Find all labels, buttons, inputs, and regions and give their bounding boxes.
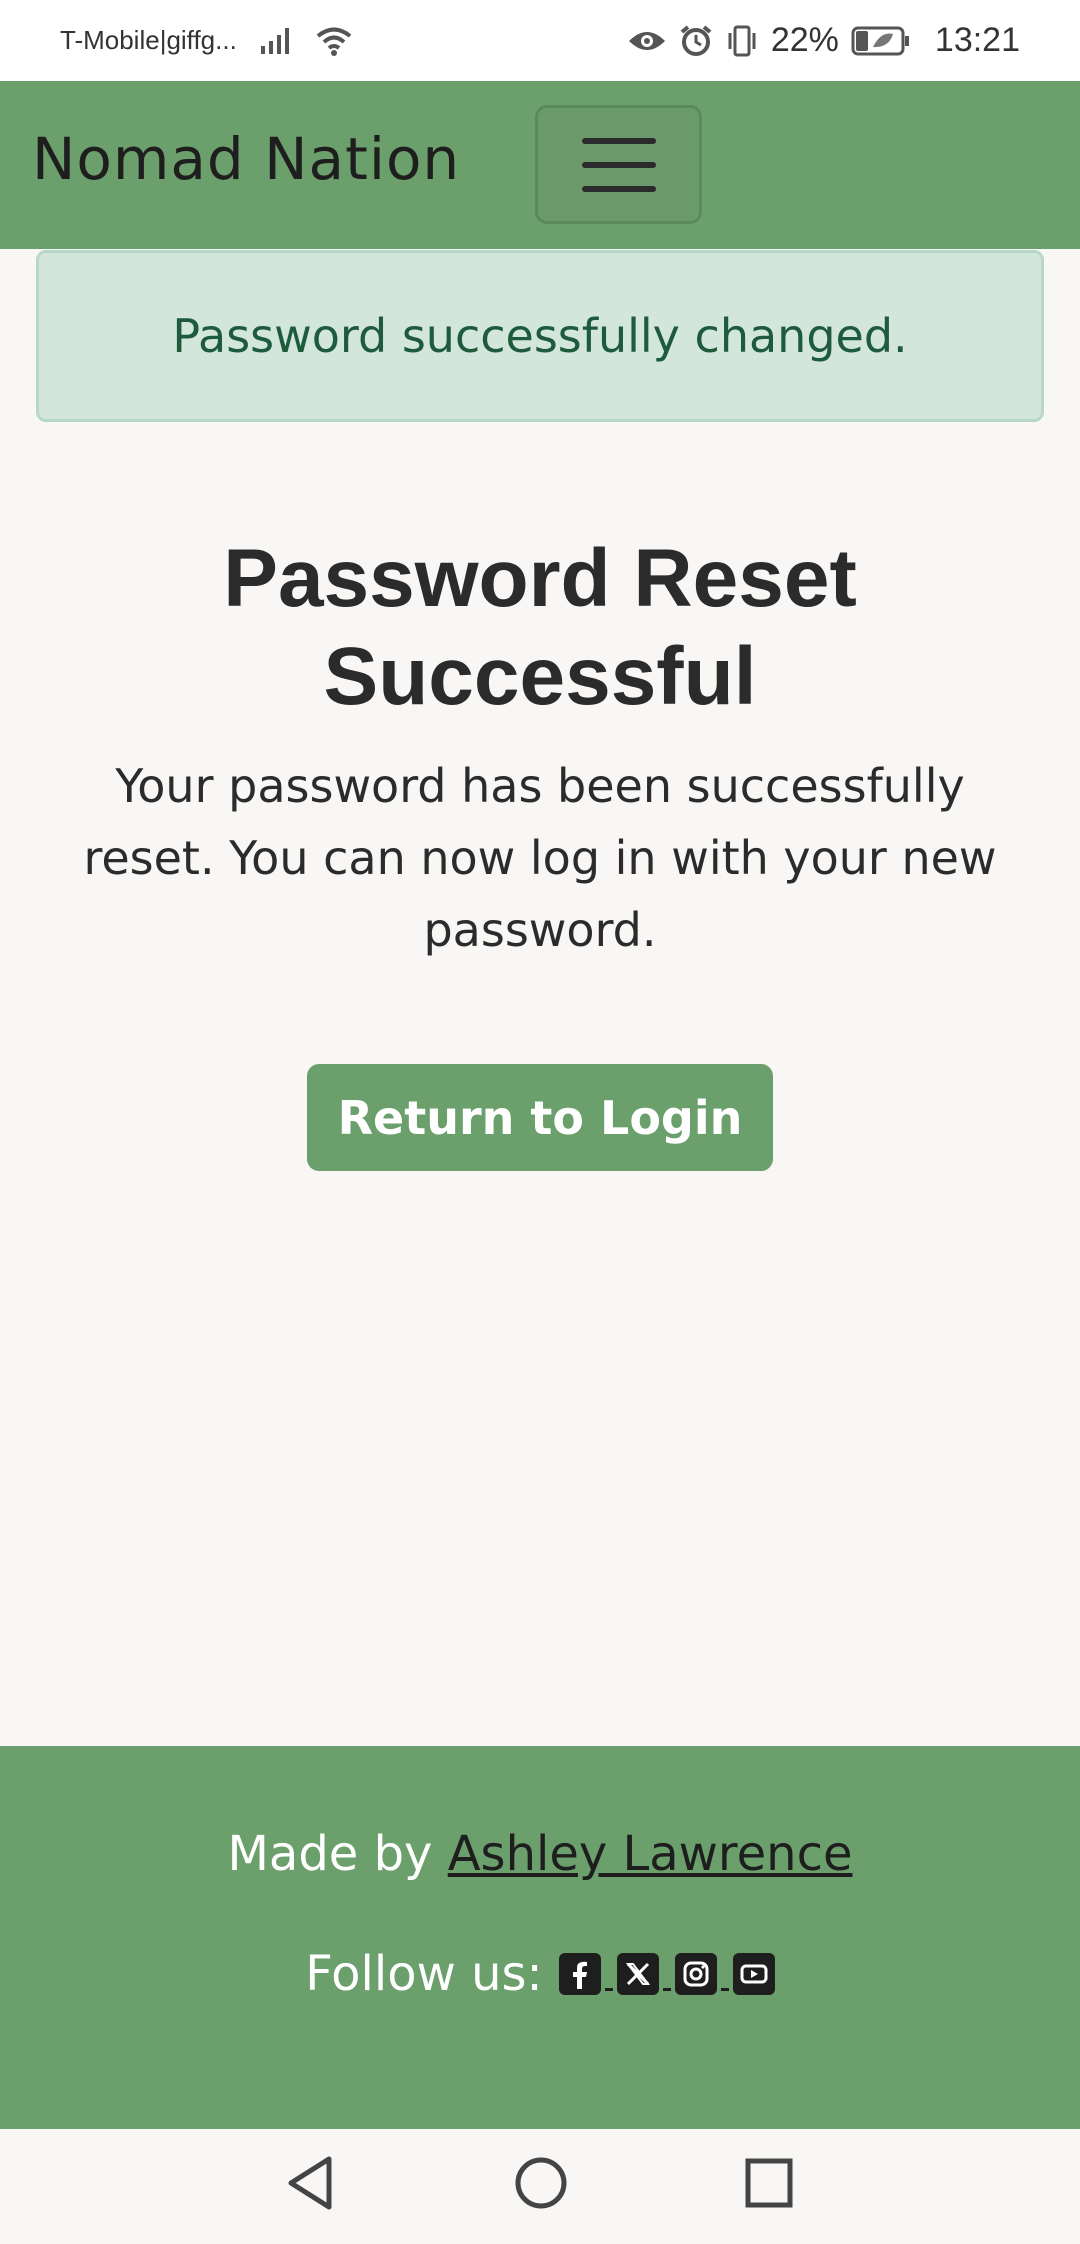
home-icon[interactable]: [513, 2153, 569, 2217]
brand-link[interactable]: Nomad Nation: [32, 125, 460, 193]
status-left: T-Mobile|giffg...: [60, 25, 353, 56]
page-title-line2: Successful: [323, 631, 757, 722]
status-right: 22% 13:21: [627, 21, 1020, 60]
made-by-prefix: Made by: [227, 1826, 448, 1882]
facebook-icon[interactable]: [558, 1953, 601, 1995]
follow-label: Follow us:: [305, 1946, 543, 2002]
made-by-text: Made by Ashley Lawrence: [0, 1826, 1080, 1882]
description-line2: reset. You can now log in with your new: [83, 831, 997, 885]
eye-icon: [627, 27, 667, 55]
return-to-login-button[interactable]: Return to Login: [307, 1064, 773, 1171]
separator: [662, 1987, 671, 1991]
signal-icon: [259, 26, 293, 56]
description-line1: Your password has been successfully: [115, 759, 965, 813]
footer: Made by Ashley Lawrence Follow us:: [0, 1746, 1080, 2129]
separator: [604, 1987, 613, 1991]
author-link[interactable]: Ashley Lawrence: [448, 1826, 853, 1882]
page-description: Your password has been successfully rese…: [50, 750, 1030, 966]
separator: [720, 1987, 729, 1991]
x-icon[interactable]: [616, 1953, 659, 1995]
hamburger-line: [581, 185, 656, 192]
back-icon[interactable]: [283, 2153, 335, 2217]
instagram-icon[interactable]: [674, 1953, 717, 1995]
navbar: Nomad Nation: [0, 81, 1080, 249]
recents-icon[interactable]: [743, 2153, 795, 2217]
page-title-line1: Password Reset: [223, 533, 857, 624]
hamburger-menu-icon: [581, 137, 656, 144]
success-alert: Password successfully changed.: [36, 250, 1044, 422]
clock: 13:21: [934, 21, 1020, 59]
battery-percent: 22%: [770, 21, 839, 59]
status-bar: T-Mobile|giffg... 22% 13:21: [0, 0, 1080, 81]
vibrate-icon: [725, 24, 759, 58]
follow-us: Follow us:: [0, 1946, 1080, 2002]
alarm-icon: [679, 24, 713, 58]
alert-message: Password successfully changed.: [172, 309, 908, 363]
carrier-label: T-Mobile|giffg...: [60, 25, 237, 55]
wifi-icon: [315, 26, 353, 56]
social-links: [558, 1953, 775, 1995]
description-line3: password.: [423, 903, 657, 957]
hamburger-line: [581, 161, 656, 168]
menu-toggle-button[interactable]: [535, 105, 702, 224]
system-nav-bar: [0, 2129, 1080, 2244]
page-title: Password Reset Successful: [0, 530, 1080, 726]
battery-icon: [851, 26, 911, 56]
youtube-icon[interactable]: [732, 1953, 775, 1995]
